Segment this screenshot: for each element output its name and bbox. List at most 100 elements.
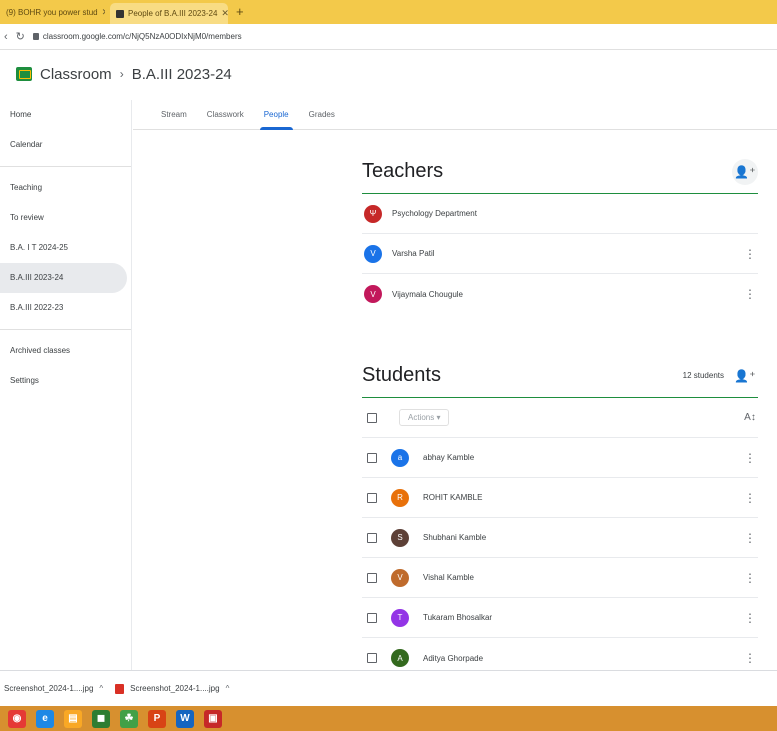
app-title[interactable]: Classroom <box>40 66 112 83</box>
actions-dropdown[interactable]: Actions ▾ <box>399 409 450 426</box>
url-field[interactable]: classroom.google.com/c/NjQ5NzA0ODIxNjM0/… <box>32 32 242 41</box>
class-title[interactable]: B.A.III 2023-24 <box>132 66 232 83</box>
word-icon[interactable]: W <box>176 709 194 728</box>
more-vert-icon[interactable]: ⋮ <box>742 287 758 301</box>
downloads-bar: Screenshot_2024-1....jpg ^ Screenshot_20… <box>0 670 777 706</box>
teacher-row[interactable]: Ψ Psychology Department <box>362 194 758 234</box>
app-header: Classroom › B.A.III 2023-24 <box>0 50 777 98</box>
student-checkbox[interactable] <box>367 492 377 503</box>
teacher-row[interactable]: V Vijaymala Chougule ⋮ <box>362 274 758 314</box>
more-vert-icon[interactable]: ⋮ <box>742 651 758 665</box>
url-text: classroom.google.com/c/NjQ5NzA0ODIxNjM0/… <box>42 32 242 41</box>
student-checkbox[interactable] <box>367 452 377 463</box>
lock-icon <box>32 33 39 40</box>
chevron-up-icon[interactable]: ^ <box>226 684 230 693</box>
more-vert-icon[interactable]: ⋮ <box>742 531 758 545</box>
sort-icon[interactable]: A↕ <box>742 412 758 423</box>
sidebar-item-calendar[interactable]: Calendar <box>0 130 127 160</box>
student-row[interactable]: a abhay Kamble ⋮ <box>362 438 758 478</box>
os-taskbar: ◉ e ▤ ◼ ☘ P W ▣ <box>0 706 777 731</box>
app-icon[interactable]: ◼ <box>92 709 110 728</box>
student-name: Aditya Ghorpade <box>423 653 484 663</box>
student-name: Shubhani Kamble <box>423 533 487 542</box>
student-checkbox[interactable] <box>367 572 377 583</box>
app-icon[interactable]: ▣ <box>204 709 222 728</box>
classroom-logo-icon[interactable] <box>16 67 32 81</box>
sidebar-item-teaching[interactable]: Teaching <box>0 173 127 203</box>
student-name: ROHIT KAMBLE <box>423 493 483 502</box>
tab-classwork[interactable]: Classwork <box>197 100 254 130</box>
powerpoint-icon[interactable]: P <box>148 709 166 728</box>
avatar: V <box>391 568 409 587</box>
sidebar-item-home[interactable]: Home <box>0 100 127 130</box>
student-count: 12 students <box>682 371 724 380</box>
student-name: abhay Kamble <box>423 453 475 462</box>
sidebar-item-to-review[interactable]: To review <box>0 203 127 233</box>
avatar: R <box>391 488 409 507</box>
teacher-name: Psychology Department <box>392 209 477 218</box>
student-row[interactable]: T Tukaram Bhosalkar ⋮ <box>362 598 758 638</box>
download-filename: Screenshot_2024-1....jpg <box>4 684 94 693</box>
browser-tab-strip: (9) BOHR you power stud ✕ People of B.A.… <box>0 0 777 24</box>
new-tab-icon[interactable]: + <box>236 4 244 19</box>
more-vert-icon[interactable]: ⋮ <box>742 491 758 505</box>
header-actions: 12 students 👤⁺ <box>683 363 758 389</box>
tab-people[interactable]: People <box>254 100 299 130</box>
close-icon[interactable]: ✕ <box>221 8 228 19</box>
sidebar-item-archived[interactable]: Archived classes <box>0 336 127 366</box>
student-name: Tukaram Bhosalkar <box>423 613 493 622</box>
student-name: Vishal Kamble <box>423 573 474 582</box>
more-vert-icon[interactable]: ⋮ <box>742 611 758 625</box>
chrome-icon[interactable]: ◉ <box>8 709 26 728</box>
download-filename: Screenshot_2024-1....jpg <box>130 684 220 693</box>
avatar: V <box>364 285 382 303</box>
sidebar-item-settings[interactable]: Settings <box>0 366 127 396</box>
teacher-name: Vijaymala Chougule <box>392 289 464 299</box>
header-actions: 👤⁺ <box>732 158 758 185</box>
address-bar: ‹ ↻ classroom.google.com/c/NjQ5NzA0ODIxN… <box>0 24 777 50</box>
back-icon[interactable]: ‹ <box>4 31 8 43</box>
student-checkbox[interactable] <box>367 532 377 543</box>
students-header: Students 12 students 👤⁺ <box>362 354 758 398</box>
select-all-checkbox[interactable] <box>367 412 377 423</box>
sidebar-item-class[interactable]: B.A. I T 2024-25 <box>0 233 127 263</box>
people-panel: Teachers 👤⁺ Ψ Psychology Department V Va… <box>362 150 758 678</box>
file-explorer-icon[interactable]: ▤ <box>64 709 82 728</box>
avatar: V <box>364 244 382 263</box>
student-row[interactable]: S Shubhani Kamble ⋮ <box>362 518 758 558</box>
invite-teacher-icon[interactable]: 👤⁺ <box>732 158 758 185</box>
app-icon[interactable]: ☘ <box>120 709 138 728</box>
teachers-header: Teachers 👤⁺ <box>362 150 758 194</box>
avatar: Ψ <box>364 204 382 223</box>
class-tabs: Stream Classwork People Grades <box>133 100 777 130</box>
student-checkbox[interactable] <box>367 653 377 663</box>
chevron-up-icon[interactable]: ^ <box>99 684 103 693</box>
student-row[interactable]: R ROHIT KAMBLE ⋮ <box>362 478 758 518</box>
classroom-favicon-icon <box>116 9 124 18</box>
more-vert-icon[interactable]: ⋮ <box>742 571 758 585</box>
actions-row: Actions ▾ A↕ <box>362 398 758 438</box>
student-checkbox[interactable] <box>367 612 377 623</box>
invite-student-icon[interactable]: 👤⁺ <box>732 363 758 389</box>
download-item[interactable]: Screenshot_2024-1....jpg ^ <box>115 683 230 694</box>
section-title: Teachers <box>362 160 444 182</box>
sidebar-item-class[interactable]: B.A.III 2022-23 <box>0 293 127 323</box>
browser-tab[interactable]: (9) BOHR you power stud ✕ <box>0 0 105 24</box>
teacher-row[interactable]: V Varsha Patil ⋮ <box>362 234 758 274</box>
breadcrumb-separator: › <box>119 67 124 81</box>
reload-icon[interactable]: ↻ <box>16 30 25 43</box>
student-row[interactable]: V Vishal Kamble ⋮ <box>362 558 758 598</box>
avatar: a <box>391 448 409 467</box>
tab-grades[interactable]: Grades <box>299 100 345 130</box>
more-vert-icon[interactable]: ⋮ <box>742 247 758 261</box>
avatar: S <box>391 528 409 547</box>
internet-explorer-icon[interactable]: e <box>36 709 54 728</box>
close-icon[interactable]: ✕ <box>102 7 105 18</box>
download-item[interactable]: Screenshot_2024-1....jpg ^ <box>4 684 103 693</box>
sidebar-item-class-active[interactable]: B.A.III 2023-24 <box>0 263 127 293</box>
divider <box>0 329 131 330</box>
tab-stream[interactable]: Stream <box>151 100 197 130</box>
more-vert-icon[interactable]: ⋮ <box>742 451 758 465</box>
browser-tab-active[interactable]: People of B.A.III 2023-24 ✕ <box>110 3 228 24</box>
